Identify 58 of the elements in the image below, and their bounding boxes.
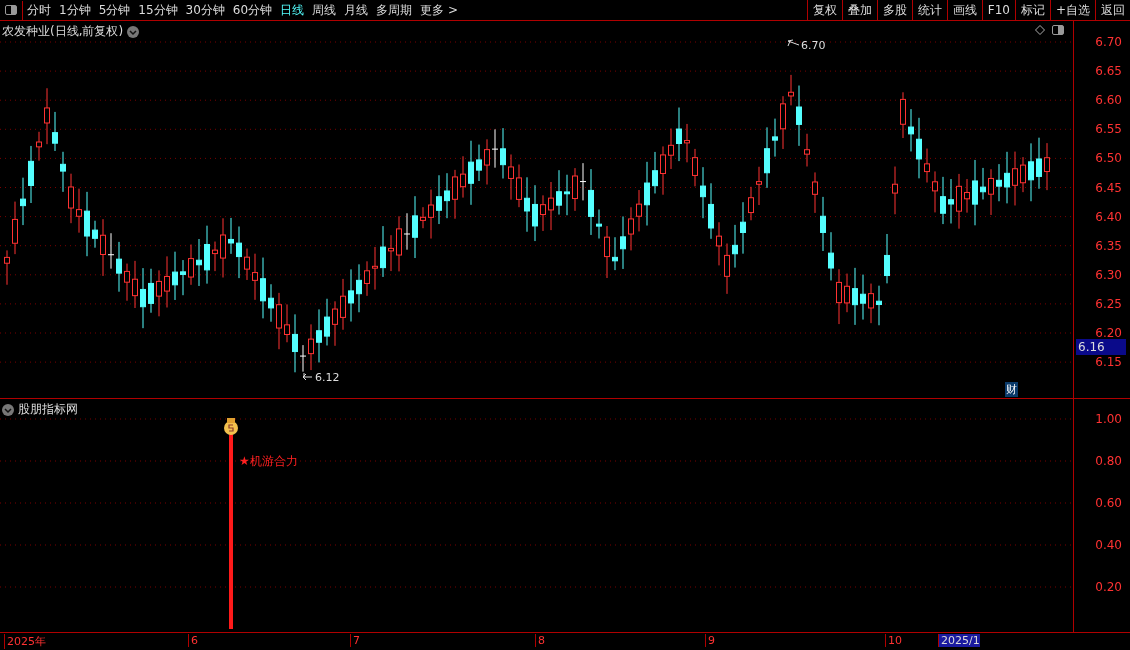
axis-tick-label: 6.70: [1095, 35, 1122, 49]
axis-tick-label: 6.40: [1095, 209, 1122, 224]
panel-toggle-icon[interactable]: [1051, 24, 1065, 36]
axis-tick-label: 6.25: [1095, 296, 1122, 311]
toolbar-button[interactable]: 标记: [1014, 0, 1050, 20]
date-label: 2025年: [4, 634, 46, 649]
period-tab[interactable]: 60分钟: [228, 1, 277, 19]
date-label: 6: [188, 634, 198, 647]
toolbar-button[interactable]: 复权: [806, 0, 842, 20]
axis-tick-label: 6.60: [1095, 93, 1122, 108]
toolbar-button[interactable]: 统计: [911, 0, 947, 20]
axis-tick-label: 0.40: [1095, 538, 1122, 552]
date-label: 9: [705, 634, 715, 647]
period-tab[interactable]: 30分钟: [181, 1, 229, 19]
high-price-label: 6.70: [801, 39, 826, 52]
axis-tick-label: 6.45: [1095, 180, 1122, 195]
toolbar-button[interactable]: F10: [981, 0, 1015, 20]
period-tab[interactable]: 1分钟: [55, 1, 95, 19]
period-tab[interactable]: 周线: [308, 1, 341, 19]
axis-tick-label: 6.20: [1095, 326, 1122, 340]
toolbar-button[interactable]: 叠加: [841, 0, 877, 20]
stock-title: 农发种业(日线,前复权): [2, 23, 124, 40]
date-label: 10: [885, 634, 902, 647]
axis-tick-label: 6.35: [1095, 238, 1122, 253]
period-tab[interactable]: 5分钟: [94, 1, 135, 19]
current-price-label: 6.16: [1076, 339, 1126, 355]
indicator-title: 股朋指标网: [18, 401, 78, 418]
leader-line: [787, 39, 800, 47]
period-tab[interactable]: 多周期: [372, 1, 417, 19]
period-tab[interactable]: 15分钟: [134, 1, 182, 19]
axis-tick-label: 0.60: [1095, 496, 1122, 510]
signal-label: ★机游合力: [239, 453, 298, 470]
toolbar-button[interactable]: 返回: [1095, 0, 1130, 20]
axis-tick-label: 1.00: [1095, 412, 1122, 426]
dropdown-icon[interactable]: [2, 403, 14, 416]
date-label: 2025/1: [938, 634, 980, 647]
axis-tick-label: 6.30: [1095, 267, 1122, 282]
toolbar-button[interactable]: +自选: [1049, 0, 1095, 20]
period-tab[interactable]: 分时: [23, 1, 55, 19]
axis-tick-label: 6.55: [1095, 122, 1122, 137]
period-tab[interactable]: 更多 >: [416, 1, 462, 19]
toolbar-button[interactable]: 多股: [876, 0, 912, 20]
period-tab[interactable]: 月线: [340, 1, 373, 19]
money-bag-icon: [224, 418, 238, 435]
axis-tick-label: 6.65: [1095, 64, 1122, 79]
axis-tick-label: 6.50: [1095, 151, 1122, 166]
axis-tick-label: 0.20: [1095, 580, 1122, 594]
date-label: 8: [535, 634, 545, 647]
period-tab[interactable]: 日线: [276, 1, 309, 19]
diamond-icon[interactable]: [1035, 25, 1045, 35]
leader-line: [302, 372, 313, 381]
date-label: 7: [350, 634, 360, 647]
low-price-label: 6.12: [315, 371, 340, 384]
dropdown-icon[interactable]: [127, 25, 140, 38]
finance-badge[interactable]: 财: [1005, 382, 1018, 397]
axis-tick-label: 6.15: [1095, 355, 1122, 370]
toolbar-button[interactable]: 画线: [946, 0, 982, 20]
axis-tick-label: 0.80: [1095, 454, 1122, 468]
